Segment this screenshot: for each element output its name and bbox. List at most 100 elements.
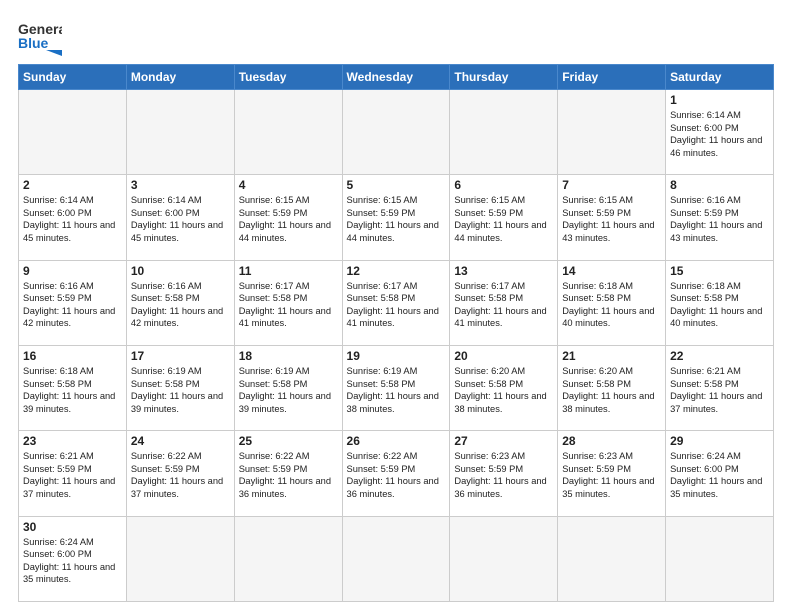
svg-text:Blue: Blue (18, 35, 49, 51)
calendar-cell: 23 Sunrise: 6:21 AMSunset: 5:59 PMDayligh… (19, 431, 127, 516)
cell-info: Sunrise: 6:19 AMSunset: 5:58 PMDaylight:… (347, 365, 446, 415)
calendar-cell: 16Sunrise: 6:18 AMSunset: 5:58 PMDayligh… (19, 345, 127, 430)
weekday-header-thursday: Thursday (450, 65, 558, 90)
calendar-cell (450, 90, 558, 175)
day-number: 30 (23, 520, 122, 534)
cell-info: Sunrise: 6:18 AMSunset: 5:58 PMDaylight:… (670, 280, 769, 330)
calendar-cell: 13Sunrise: 6:17 AMSunset: 5:58 PMDayligh… (450, 260, 558, 345)
cell-info: Sunrise: 6:15 AMSunset: 5:59 PMDaylight:… (454, 194, 553, 244)
calendar-cell: 19 Sunrise: 6:19 AMSunset: 5:58 PMDayligh… (342, 345, 450, 430)
day-number: 20 (454, 349, 553, 363)
calendar-cell: 14Sunrise: 6:18 AMSunset: 5:58 PMDayligh… (558, 260, 666, 345)
cell-info: Sunrise: 6:20 AMSunset: 5:58 PMDaylight:… (454, 365, 553, 415)
calendar-cell (234, 90, 342, 175)
weekday-header-wednesday: Wednesday (342, 65, 450, 90)
calendar-table: SundayMondayTuesdayWednesdayThursdayFrid… (18, 64, 774, 602)
day-number: 29 (670, 434, 769, 448)
calendar-cell (19, 90, 127, 175)
day-number: 21 (562, 349, 661, 363)
weekday-header-monday: Monday (126, 65, 234, 90)
calendar-cell: 6Sunrise: 6:15 AMSunset: 5:59 PMDaylight… (450, 175, 558, 260)
cell-info: Sunrise: 6:23 AMSunset: 5:59 PMDaylight:… (562, 450, 661, 500)
day-number: 12 (347, 264, 446, 278)
cell-info: Sunrise: 6:18 AMSunset: 5:58 PMDaylight:… (23, 365, 122, 415)
day-number: 7 (562, 178, 661, 192)
cell-info: Sunrise: 6:19 AMSunset: 5:58 PMDaylight:… (239, 365, 338, 415)
calendar-cell: 10Sunrise: 6:16 AMSunset: 5:58 PMDayligh… (126, 260, 234, 345)
cell-info: Sunrise: 6:14 AMSunset: 6:00 PMDaylight:… (670, 109, 769, 159)
weekday-header-row: SundayMondayTuesdayWednesdayThursdayFrid… (19, 65, 774, 90)
day-number: 26 (347, 434, 446, 448)
logo-area: General Blue (18, 18, 62, 56)
calendar-cell (126, 90, 234, 175)
calendar-week-1: 1 Sunrise: 6:14 AMSunset: 6:00 PMDaylight… (19, 90, 774, 175)
calendar-cell: 15 Sunrise: 6:18 AMSunset: 5:58 PMDayligh… (666, 260, 774, 345)
calendar-cell: 2Sunrise: 6:14 AMSunset: 6:00 PMDaylight… (19, 175, 127, 260)
day-number: 11 (239, 264, 338, 278)
calendar-cell: 21 Sunrise: 6:20 AMSunset: 5:58 PMDayligh… (558, 345, 666, 430)
day-number: 9 (23, 264, 122, 278)
cell-info: Sunrise: 6:15 AMSunset: 5:59 PMDaylight:… (562, 194, 661, 244)
weekday-header-friday: Friday (558, 65, 666, 90)
calendar-cell: 5 Sunrise: 6:15 AMSunset: 5:59 PMDaylight… (342, 175, 450, 260)
calendar-cell: 8 Sunrise: 6:16 AMSunset: 5:59 PMDaylight… (666, 175, 774, 260)
day-number: 24 (131, 434, 230, 448)
cell-info: Sunrise: 6:20 AMSunset: 5:58 PMDaylight:… (562, 365, 661, 415)
calendar-cell: 11 Sunrise: 6:17 AMSunset: 5:58 PMDayligh… (234, 260, 342, 345)
cell-info: Sunrise: 6:21 AMSunset: 5:58 PMDaylight:… (670, 365, 769, 415)
calendar-cell: 18 Sunrise: 6:19 AMSunset: 5:58 PMDayligh… (234, 345, 342, 430)
day-number: 1 (670, 93, 769, 107)
day-number: 23 (23, 434, 122, 448)
header: General Blue (18, 18, 774, 56)
page: General Blue SundayMondayTuesdayWednesda… (0, 0, 792, 612)
day-number: 5 (347, 178, 446, 192)
calendar-cell: 25Sunrise: 6:22 AMSunset: 5:59 PMDayligh… (234, 431, 342, 516)
calendar-cell: 26Sunrise: 6:22 AMSunset: 5:59 PMDayligh… (342, 431, 450, 516)
calendar-week-4: 16Sunrise: 6:18 AMSunset: 5:58 PMDayligh… (19, 345, 774, 430)
cell-info: Sunrise: 6:16 AMSunset: 5:59 PMDaylight:… (23, 280, 122, 330)
calendar-cell: 20 Sunrise: 6:20 AMSunset: 5:58 PMDayligh… (450, 345, 558, 430)
weekday-header-sunday: Sunday (19, 65, 127, 90)
calendar-cell: 28 Sunrise: 6:23 AMSunset: 5:59 PMDayligh… (558, 431, 666, 516)
day-number: 17 (131, 349, 230, 363)
cell-info: Sunrise: 6:21 AMSunset: 5:59 PMDaylight:… (23, 450, 122, 500)
cell-info: Sunrise: 6:15 AMSunset: 5:59 PMDaylight:… (239, 194, 338, 244)
day-number: 22 (670, 349, 769, 363)
cell-info: Sunrise: 6:17 AMSunset: 5:58 PMDaylight:… (239, 280, 338, 330)
calendar-week-5: 23 Sunrise: 6:21 AMSunset: 5:59 PMDayligh… (19, 431, 774, 516)
cell-info: Sunrise: 6:23 AMSunset: 5:59 PMDaylight:… (454, 450, 553, 500)
weekday-header-saturday: Saturday (666, 65, 774, 90)
cell-info: Sunrise: 6:16 AMSunset: 5:59 PMDaylight:… (670, 194, 769, 244)
cell-info: Sunrise: 6:15 AMSunset: 5:59 PMDaylight:… (347, 194, 446, 244)
day-number: 18 (239, 349, 338, 363)
cell-info: Sunrise: 6:22 AMSunset: 5:59 PMDaylight:… (131, 450, 230, 500)
calendar-week-3: 9 Sunrise: 6:16 AMSunset: 5:59 PMDaylight… (19, 260, 774, 345)
day-number: 2 (23, 178, 122, 192)
cell-info: Sunrise: 6:18 AMSunset: 5:58 PMDaylight:… (562, 280, 661, 330)
calendar-cell: 24 Sunrise: 6:22 AMSunset: 5:59 PMDayligh… (126, 431, 234, 516)
calendar-cell (558, 516, 666, 601)
cell-info: Sunrise: 6:24 AMSunset: 6:00 PMDaylight:… (23, 536, 122, 586)
day-number: 19 (347, 349, 446, 363)
calendar-cell: 4Sunrise: 6:15 AMSunset: 5:59 PMDaylight… (234, 175, 342, 260)
day-number: 10 (131, 264, 230, 278)
calendar-week-6: 30 Sunrise: 6:24 AMSunset: 6:00 PMDayligh… (19, 516, 774, 601)
cell-info: Sunrise: 6:19 AMSunset: 5:58 PMDaylight:… (131, 365, 230, 415)
calendar-cell: 27Sunrise: 6:23 AMSunset: 5:59 PMDayligh… (450, 431, 558, 516)
calendar-cell: 30 Sunrise: 6:24 AMSunset: 6:00 PMDayligh… (19, 516, 127, 601)
calendar-cell (450, 516, 558, 601)
cell-info: Sunrise: 6:22 AMSunset: 5:59 PMDaylight:… (239, 450, 338, 500)
day-number: 15 (670, 264, 769, 278)
day-number: 8 (670, 178, 769, 192)
calendar-cell (666, 516, 774, 601)
calendar-cell (342, 90, 450, 175)
calendar-body: 1 Sunrise: 6:14 AMSunset: 6:00 PMDaylight… (19, 90, 774, 602)
generalblue-logo-icon: General Blue (18, 18, 62, 56)
calendar-cell (234, 516, 342, 601)
calendar-cell: 1 Sunrise: 6:14 AMSunset: 6:00 PMDaylight… (666, 90, 774, 175)
cell-info: Sunrise: 6:24 AMSunset: 6:00 PMDaylight:… (670, 450, 769, 500)
calendar-cell: 7 Sunrise: 6:15 AMSunset: 5:59 PMDaylight… (558, 175, 666, 260)
calendar-cell: 17 Sunrise: 6:19 AMSunset: 5:58 PMDayligh… (126, 345, 234, 430)
day-number: 3 (131, 178, 230, 192)
day-number: 28 (562, 434, 661, 448)
